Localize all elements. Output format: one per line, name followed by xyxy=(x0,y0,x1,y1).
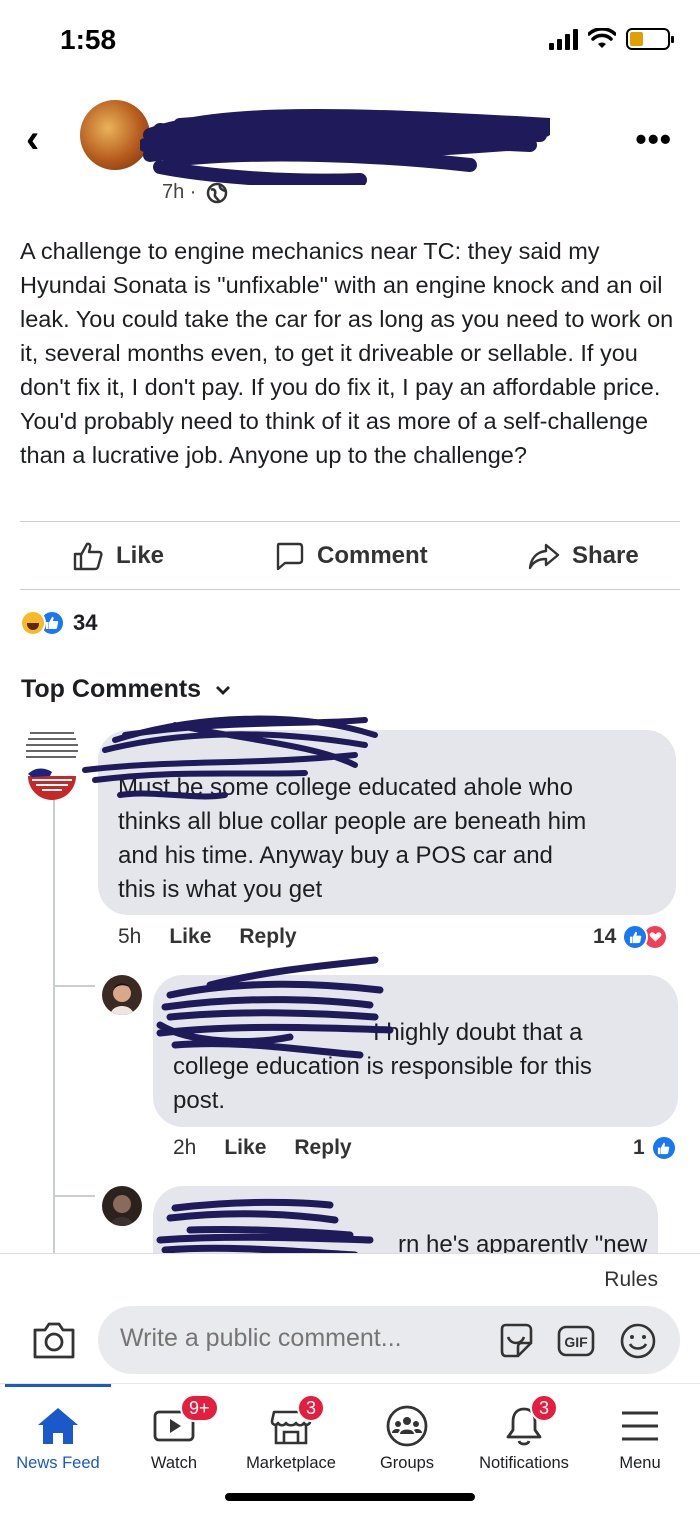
comment-composer: Rules GIF xyxy=(0,1253,700,1383)
nav-label: Marketplace xyxy=(246,1454,336,1472)
like-button[interactable]: Like xyxy=(72,540,164,572)
post-actions: Like Comment Share xyxy=(0,530,700,585)
post-body: A challenge to engine mechanics near TC:… xyxy=(20,238,674,468)
top-comments-label: Top Comments xyxy=(21,675,202,703)
divider xyxy=(20,521,680,522)
comment-like-button[interactable]: Like xyxy=(169,925,211,949)
comment-text-line: Must be some college educated ahole who xyxy=(118,774,573,801)
sticker-icon[interactable] xyxy=(496,1321,536,1361)
post-header: ‹ 7h · ••• xyxy=(0,95,700,205)
svg-text:GIF: GIF xyxy=(564,1334,588,1350)
nav-notifications[interactable]: 3 Notifications xyxy=(466,1384,582,1484)
menu-icon xyxy=(622,1411,658,1441)
comment-reply-button[interactable]: Reply xyxy=(294,1136,351,1160)
share-label: Share xyxy=(572,542,639,569)
comment-time: 5h xyxy=(118,925,142,948)
gif-icon[interactable]: GIF xyxy=(556,1321,596,1361)
home-icon xyxy=(38,1408,78,1444)
thread-line xyxy=(53,1195,95,1197)
nav-label: Menu xyxy=(619,1454,661,1472)
globe-icon xyxy=(206,182,228,204)
comment-text-line: and his time. Anyway buy a POS car and xyxy=(118,842,553,869)
wifi-icon xyxy=(588,28,616,48)
watch-badge: 9+ xyxy=(180,1394,219,1422)
nav-groups[interactable]: Groups xyxy=(349,1384,465,1484)
comment-text-line: this is what you get xyxy=(118,876,323,903)
nav-label: Groups xyxy=(379,1454,435,1472)
nav-watch[interactable]: 9+ Watch xyxy=(116,1384,232,1484)
back-button[interactable]: ‹ xyxy=(26,117,39,162)
comment-bubble: I highly doubt that a college education … xyxy=(153,975,678,1127)
comment-bubble: rn he's apparently "new xyxy=(153,1186,658,1256)
notifications-badge: 3 xyxy=(530,1394,559,1422)
more-options-button[interactable]: ••• xyxy=(635,121,672,158)
commenter-avatar[interactable] xyxy=(22,730,82,800)
status-time: 1:58 xyxy=(60,24,117,55)
like-reaction-icon xyxy=(650,1135,677,1161)
comment-reactions[interactable]: 14 xyxy=(593,924,669,950)
rules-link[interactable]: Rules xyxy=(604,1268,658,1292)
comment-box[interactable]: GIF xyxy=(98,1306,680,1374)
comment-like-button[interactable]: Like xyxy=(224,1136,266,1160)
comment-reply-button[interactable]: Reply xyxy=(239,925,296,949)
like-label: Like xyxy=(116,542,165,569)
redaction-scribble xyxy=(140,109,550,185)
signal-icon xyxy=(549,28,578,50)
comment-text-line: post. xyxy=(173,1087,226,1114)
comment-text-line: I highly doubt that a xyxy=(373,1019,583,1046)
groups-icon xyxy=(386,1405,428,1447)
comment-button[interactable]: Comment xyxy=(273,540,428,572)
comment-text-line: college education is responsible for thi… xyxy=(173,1053,592,1080)
comment-bubble: Must be some college educated ahole who … xyxy=(98,730,676,915)
thread-line xyxy=(53,800,55,1255)
emoji-icon[interactable] xyxy=(618,1321,658,1361)
comment-text-line: rn he's apparently "new xyxy=(398,1231,648,1256)
thread-line xyxy=(53,985,95,987)
home-indicator xyxy=(225,1493,475,1501)
share-icon xyxy=(528,543,560,570)
comment-label: Comment xyxy=(317,542,428,569)
comment-time: 2h xyxy=(173,1136,197,1159)
status-icons xyxy=(549,28,674,50)
status-bar: 1:58 xyxy=(0,0,700,90)
nav-menu[interactable]: Menu xyxy=(582,1384,698,1484)
comment-text-line: thinks all blue collar people are beneat… xyxy=(118,808,587,835)
comment-meta: 2h Like Reply xyxy=(173,1136,380,1160)
battery-icon xyxy=(626,28,674,50)
like-reaction-icon xyxy=(622,924,649,950)
top-comments-filter[interactable]: Top Comments xyxy=(21,675,231,704)
commenter-avatar[interactable] xyxy=(102,1186,142,1226)
comment-icon xyxy=(276,542,304,571)
share-button[interactable]: Share xyxy=(528,540,639,572)
nav-label: News Feed xyxy=(16,1454,100,1472)
thumbs-up-icon xyxy=(73,542,103,571)
divider xyxy=(20,589,680,590)
camera-icon[interactable] xyxy=(32,1320,76,1360)
comment-reactions[interactable]: 1 xyxy=(633,1135,677,1161)
nav-news-feed[interactable]: News Feed xyxy=(0,1384,116,1484)
nav-marketplace[interactable]: 3 Marketplace xyxy=(233,1384,349,1484)
comment-reaction-count: 14 xyxy=(593,925,617,948)
haha-reaction-icon xyxy=(20,610,46,636)
comment-input[interactable] xyxy=(120,1324,490,1353)
reaction-summary[interactable]: 34 xyxy=(20,610,97,636)
nav-label: Notifications xyxy=(479,1454,569,1472)
battery-level xyxy=(630,32,643,46)
commenter-avatar[interactable] xyxy=(102,975,142,1015)
marketplace-badge: 3 xyxy=(297,1394,326,1422)
nav-label: Watch xyxy=(150,1454,198,1472)
post-time: 7h · xyxy=(162,181,197,203)
comment-reaction-count: 1 xyxy=(633,1136,645,1159)
chevron-down-icon xyxy=(216,685,231,695)
comment-meta: 5h Like Reply xyxy=(118,925,325,949)
reaction-count: 34 xyxy=(73,610,98,635)
